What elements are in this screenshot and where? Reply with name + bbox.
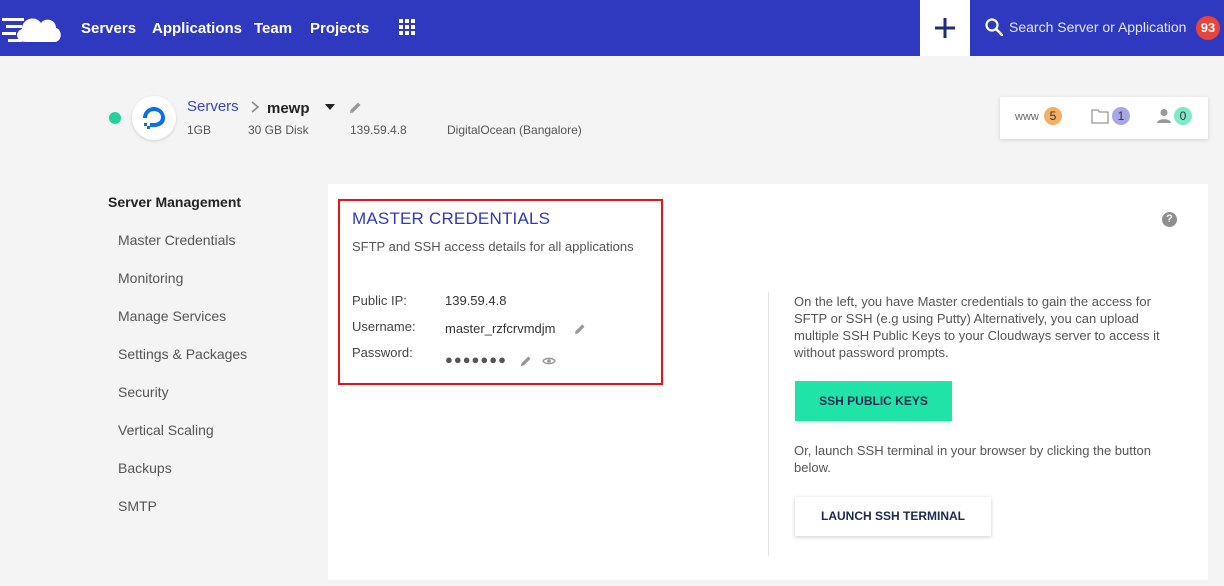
top-navigation-bar: Servers Applications Team Projects 93 [0, 0, 1224, 56]
add-button[interactable] [920, 0, 970, 56]
cloud-logo-icon[interactable] [2, 10, 64, 46]
sidebar-item-security[interactable]: Security [118, 384, 169, 400]
edit-username-pencil-icon[interactable] [574, 323, 586, 335]
public-ip-value: 139.59.4.8 [445, 293, 507, 308]
folder-icon [1091, 109, 1109, 124]
sidebar-item-backups[interactable]: Backups [118, 460, 172, 476]
sidebar-item-smtp[interactable]: SMTP [118, 498, 157, 514]
digitalocean-icon [143, 107, 165, 129]
launch-ssh-terminal-button[interactable]: LAUNCH SSH TERMINAL [795, 497, 991, 536]
server-stats-box: www 5 1 0 [1000, 97, 1208, 139]
nav-applications[interactable]: Applications [152, 20, 242, 37]
credentials-title: MASTER CREDENTIALS [352, 209, 551, 228]
username-value: master_rzfcrvmdjm [445, 321, 556, 336]
password-masked-value: ●●●●●●● [445, 352, 507, 367]
chevron-right-icon [251, 101, 260, 113]
sidebar-item-master-credentials[interactable]: Master Credentials [118, 232, 236, 248]
eye-icon[interactable] [542, 356, 556, 366]
server-ip: 139.59.4.8 [350, 123, 407, 137]
server-disk: 30 GB Disk [248, 123, 309, 137]
nav-team[interactable]: Team [254, 20, 292, 37]
user-icon [1157, 109, 1171, 123]
nav-servers[interactable]: Servers [81, 20, 136, 37]
breadcrumb-servers-link[interactable]: Servers [187, 98, 239, 115]
folder-count-badge[interactable]: 1 [1112, 107, 1130, 125]
www-count-badge[interactable]: 5 [1044, 107, 1062, 125]
pencil-icon[interactable] [349, 101, 362, 114]
sidebar-item-vertical-scaling[interactable]: Vertical Scaling [118, 422, 214, 438]
sidebar-item-manage-services[interactable]: Manage Services [118, 308, 226, 324]
edit-password-pencil-icon[interactable] [520, 355, 532, 367]
ssh-info-text: On the left, you have Master credentials… [794, 294, 1160, 360]
panel-divider [768, 292, 769, 556]
www-label: www [1015, 111, 1039, 123]
terminal-info-text: Or, launch SSH terminal in your browser … [794, 443, 1151, 475]
search-icon[interactable] [985, 18, 1003, 36]
caret-down-icon[interactable] [323, 100, 337, 114]
ssh-public-keys-button[interactable]: SSH PUBLIC KEYS [795, 381, 952, 421]
server-status-dot [109, 112, 121, 124]
users-count-badge[interactable]: 0 [1174, 107, 1192, 125]
public-ip-label: Public IP: [352, 293, 407, 308]
sidebar-item-settings-packages[interactable]: Settings & Packages [118, 346, 247, 362]
server-location: DigitalOcean (Bangalore) [447, 123, 582, 137]
nav-projects[interactable]: Projects [310, 20, 369, 37]
server-ram: 1GB [187, 123, 212, 137]
help-icon[interactable]: ? [1162, 212, 1177, 227]
sidebar-title: Server Management [108, 194, 242, 210]
grid-icon[interactable] [399, 19, 415, 35]
notification-badge[interactable]: 93 [1196, 16, 1220, 40]
credentials-description: SFTP and SSH access details for all appl… [352, 239, 634, 254]
server-name: mewp [267, 100, 310, 117]
search-input[interactable] [1009, 14, 1189, 40]
plus-icon [935, 18, 955, 38]
sidebar-item-monitoring[interactable]: Monitoring [118, 270, 183, 286]
server-provider-avatar [132, 96, 176, 140]
username-label: Username: [352, 319, 416, 334]
password-label: Password: [352, 345, 413, 360]
